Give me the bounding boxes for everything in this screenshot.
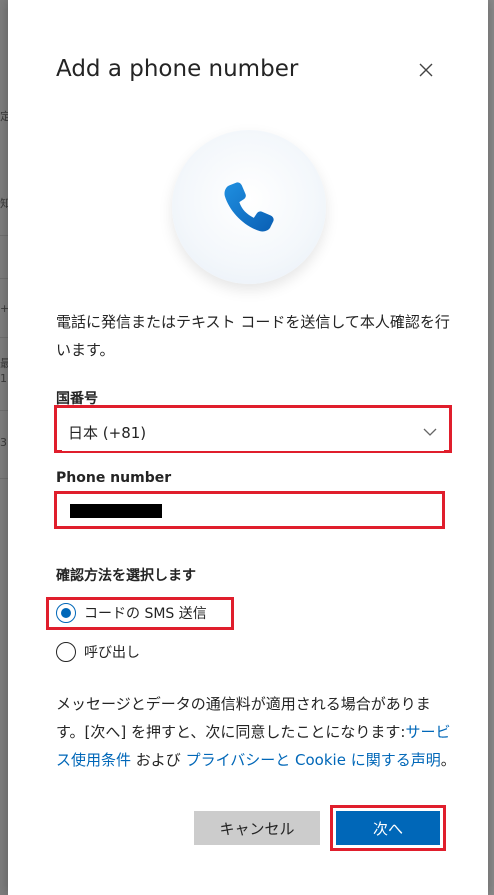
radio-option-sms[interactable]: コードの SMS 送信 — [56, 603, 207, 623]
radio-button-call[interactable] — [56, 642, 76, 662]
privacy-statement-link[interactable]: プライバシーと Cookie に関する声明 — [186, 751, 441, 769]
country-select[interactable]: 日本 (+81) — [62, 413, 444, 451]
legal-text-end: 。 — [440, 751, 456, 769]
legal-notice: メッセージとデータの通信料が適用される場合があります。[次へ] を押すと、次に同… — [56, 690, 456, 774]
close-button[interactable] — [412, 56, 440, 84]
phone-illustration — [172, 130, 326, 284]
country-select-value: 日本 (+81) — [68, 423, 147, 442]
cancel-button[interactable]: キャンセル — [194, 811, 320, 845]
verification-method-label: 確認方法を選択します — [56, 568, 196, 584]
dialog-description: 電話に発信またはテキスト コードを送信して本人確認を行います。 — [56, 313, 450, 359]
close-icon — [419, 63, 433, 77]
phone-number-label: Phone number — [56, 470, 172, 486]
radio-button-sms[interactable] — [56, 603, 76, 623]
legal-text: メッセージとデータの通信料が適用される場合があります。[次へ] を押すと、次に同… — [56, 695, 431, 741]
dialog-title: Add a phone number — [56, 56, 299, 82]
chevron-down-icon — [423, 428, 437, 436]
radio-option-call[interactable]: 呼び出し — [56, 642, 140, 662]
legal-text-and: および — [131, 751, 186, 769]
redacted-phone-number — [70, 504, 162, 518]
add-phone-dialog: Add a phone number 電話に発信またはテキスト コードを送信して… — [8, 0, 488, 895]
radio-label-sms: コードの SMS 送信 — [84, 606, 207, 622]
next-button[interactable]: 次へ — [336, 811, 440, 845]
phone-icon — [224, 182, 274, 232]
radio-label-call: 呼び出し — [84, 645, 140, 661]
